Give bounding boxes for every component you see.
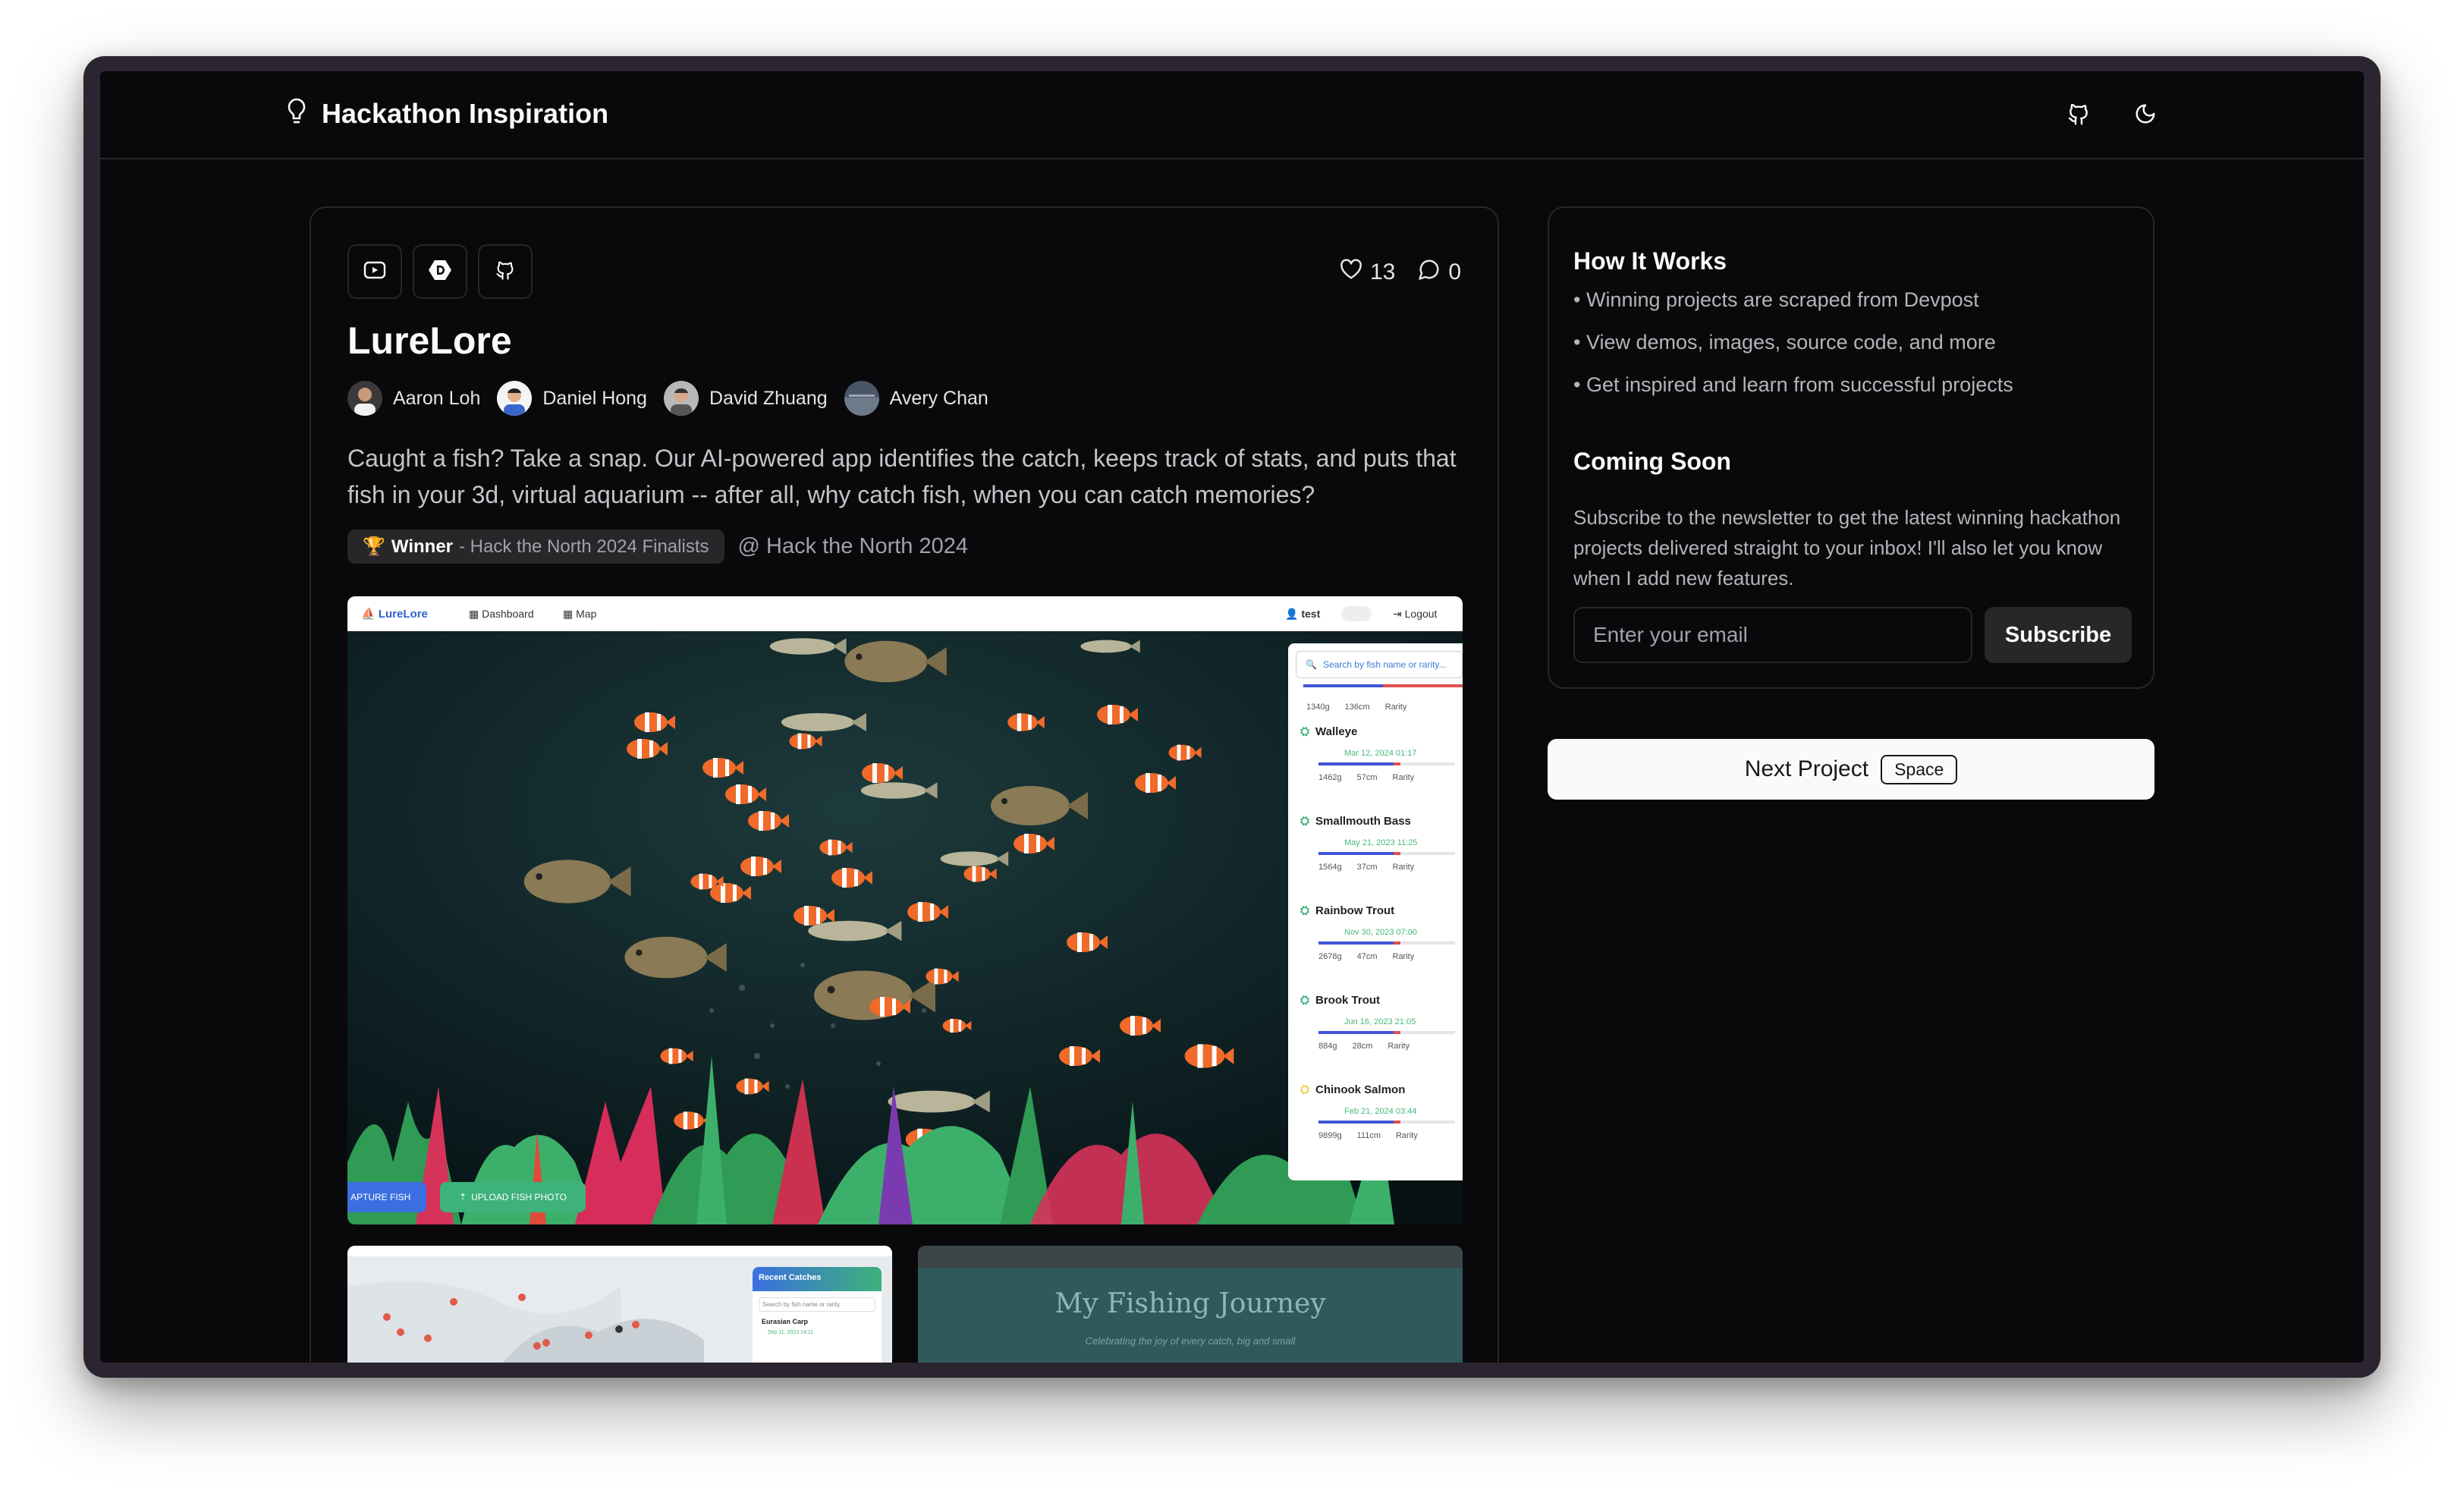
team-list: Aaron Loh Daniel Hong David Zhuang Avery… (347, 381, 988, 416)
journey-subtitle: Celebrating the joy of every catch, big … (1085, 1335, 1296, 1347)
catch-item: ⛭ Rainbow Trout Nov 30, 2023 07:00 2678g 4… (1300, 904, 1463, 961)
avatar (497, 381, 533, 416)
comment-count: 0 (1448, 259, 1461, 284)
project-screenshot[interactable]: ⛵ LureLore ▦ Dashboard ▦ Map 👤 test ⇥ Lo… (347, 596, 1463, 1224)
catch-item: ⛭ Walleye Mar 12, 2024 01:17 1462g 57cm Rar… (1300, 725, 1463, 782)
journey-screenshot-thumbnail[interactable]: My Fishing Journey Celebrating the joy o… (918, 1246, 1463, 1363)
top-header: Hackathon Inspiration (100, 71, 2364, 159)
winner-badge: 🏆 Winner - Hack the North 2024 Finalists (347, 530, 724, 564)
member-name: Avery Chan (889, 387, 988, 409)
like-count: 13 (1369, 259, 1396, 284)
journey-title: My Fishing Journey (1054, 1288, 1326, 1319)
member-name: Aaron Loh (393, 387, 481, 409)
device-frame: Hackathon Inspiration 13 0 LureLore Aaro… (83, 56, 2381, 1378)
brand[interactable]: Hackathon Inspiration (285, 97, 608, 130)
team-member[interactable]: Daniel Hong (497, 381, 647, 416)
comment-button[interactable]: 0 (1418, 258, 1461, 287)
project-title: LureLore (347, 319, 512, 362)
screenshot-navbar: ⛵ LureLore ▦ Dashboard ▦ Map 👤 test ⇥ Lo… (347, 596, 1463, 631)
map-screenshot-thumbnail[interactable]: Recent Catches Search by fish name or ra… (347, 1246, 892, 1363)
award-row: 🏆 Winner - Hack the North 2024 Finalists… (347, 530, 968, 564)
next-project-button[interactable]: Next Project Space (1548, 739, 2154, 800)
github-icon (495, 259, 516, 284)
team-member[interactable]: Aaron Loh (347, 381, 480, 416)
award-detail: - Hack the North 2024 Finalists (459, 536, 709, 557)
avatar (844, 381, 879, 416)
list-item: • Get inspired and learn from successful… (1573, 373, 2013, 396)
member-name: David Zhuang (709, 387, 828, 409)
recent-catches-panel: 🔍 Search by fish name or rarity... 1340g 1… (1288, 643, 1463, 1180)
github-link-button[interactable] (2059, 96, 2098, 135)
screenshot-nav-map: ▦ Map (563, 607, 597, 620)
subscribe-button[interactable]: Subscribe (1985, 607, 2132, 663)
devpost-icon (428, 258, 452, 286)
catch-meta: 1340g 136cm Rarity (1306, 703, 1407, 712)
avatar (663, 381, 699, 416)
next-project-label: Next Project (1744, 756, 1869, 781)
list-item: • Winning projects are scraped from Devp… (1573, 288, 1979, 311)
lightbulb-icon (285, 97, 308, 130)
keyboard-shortcut-badge: Space (1881, 754, 1958, 784)
screenshot-logo: ⛵ LureLore (361, 608, 428, 621)
catch-item: ⛭ Chinook Salmon Feb 21, 2024 03:44 9899g… (1300, 1083, 1463, 1140)
app-screen: Hackathon Inspiration 13 0 LureLore Aaro… (100, 71, 2364, 1363)
project-card: 13 0 LureLore Aaron Loh Daniel Hong Davi (310, 206, 1499, 1363)
upload-fish-button: ⇡ UPLOAD FISH PHOTO (440, 1182, 586, 1212)
engagement-stats: 13 0 (1340, 258, 1461, 287)
catch-item: ⛭ Brook Trout Jun 16, 2023 21:05 884g 28cm… (1300, 994, 1463, 1051)
info-card: How It Works • Winning projects are scra… (1548, 206, 2154, 689)
youtube-icon (363, 261, 386, 283)
github-icon (2066, 102, 2091, 130)
theme-toggle-button[interactable] (2126, 96, 2165, 135)
moon-icon (2134, 102, 2157, 129)
project-description: Caught a fish? Take a snap. Our AI-power… (347, 445, 1457, 508)
screenshot-logout: ⇥ Logout (1393, 607, 1438, 620)
email-field[interactable] (1573, 607, 1972, 663)
event-name[interactable]: @ Hack the North 2024 (738, 534, 968, 559)
newsletter-description: Subscribe to the newsletter to get the l… (1573, 506, 2121, 589)
app-title: Hackathon Inspiration (322, 97, 609, 129)
map-recent-panel: Recent Catches Search by fish name or ra… (753, 1267, 882, 1363)
team-member[interactable]: David Zhuang (663, 381, 828, 416)
catch-item: ⛭ Smallmouth Bass May 21, 2023 11:25 1564… (1300, 815, 1463, 872)
comment-icon (1418, 258, 1441, 287)
source-code-button[interactable] (478, 244, 533, 299)
how-it-works-list: • Winning projects are scraped from Devp… (1573, 288, 2013, 416)
how-it-works-heading: How It Works (1573, 247, 1727, 275)
coming-soon-heading: Coming Soon (1573, 448, 1731, 475)
heart-icon (1340, 259, 1362, 286)
screenshot-toggle (1341, 606, 1372, 621)
screenshot-nav-dashboard: ▦ Dashboard (469, 607, 534, 620)
screenshot-user: 👤 test (1285, 607, 1321, 620)
member-name: Daniel Hong (542, 387, 647, 409)
avatar (347, 381, 382, 416)
screenshot-search: 🔍 Search by fish name or rarity... (1296, 651, 1463, 678)
demo-video-button[interactable] (347, 244, 402, 299)
devpost-button[interactable] (413, 244, 467, 299)
team-member[interactable]: Avery Chan (844, 381, 988, 416)
capture-fish-button: APTURE FISH (347, 1182, 426, 1212)
award-label: Winner (391, 536, 454, 557)
like-button[interactable]: 13 (1340, 258, 1395, 287)
trophy-icon: 🏆 (363, 536, 385, 557)
list-item: • View demos, images, source code, and m… (1573, 331, 1996, 354)
